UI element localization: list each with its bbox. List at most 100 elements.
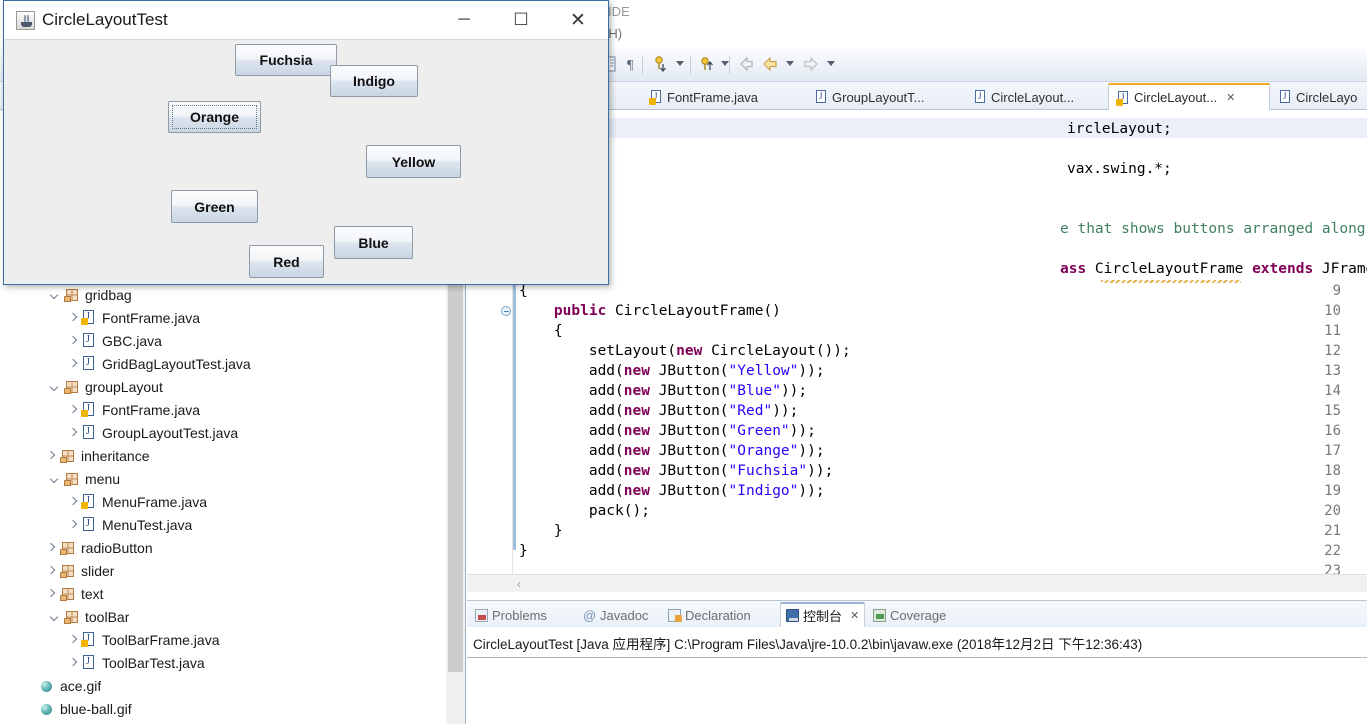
chevron-right-icon[interactable]: [66, 633, 80, 647]
tree-item-grouplayout[interactable]: groupLayout: [48, 375, 465, 398]
chevron-right-icon[interactable]: [66, 426, 80, 440]
chevron-right-icon[interactable]: [66, 656, 80, 670]
console-tab-label: Coverage: [890, 607, 947, 623]
tree-item-label: MenuFrame.java: [102, 493, 208, 510]
step-return-dropdown-arrow[interactable]: [721, 61, 729, 66]
button-green[interactable]: Green: [171, 190, 258, 223]
button-indigo[interactable]: Indigo: [330, 65, 418, 97]
tree-item-fontframe-gridbag[interactable]: J FontFrame.java: [66, 306, 465, 329]
chevron-right-icon[interactable]: [66, 518, 80, 532]
chevron-down-icon[interactable]: [48, 380, 62, 394]
tree-item-gridbaglayouttest[interactable]: J GridBagLayoutTest.java: [66, 352, 465, 375]
tree-item-text[interactable]: text: [44, 582, 465, 605]
editor-tab-grouplayouttest[interactable]: J GroupLayoutT...: [807, 84, 947, 110]
button-orange[interactable]: Orange: [168, 101, 261, 133]
tree-item-radiobutton[interactable]: radioButton: [44, 536, 465, 559]
package-icon: [64, 472, 79, 486]
package-icon: [60, 587, 75, 601]
tree-item-label: ToolBarTest.java: [102, 654, 205, 671]
editor-tab-circlelayout-1[interactable]: J CircleLayout...: [966, 84, 1094, 110]
chevron-right-icon[interactable]: [66, 311, 80, 325]
scroll-left-icon[interactable]: ‹: [517, 577, 521, 591]
maximize-button[interactable]: ☐: [498, 1, 544, 39]
tree-item-toolbartest[interactable]: J ToolBarTest.java: [66, 651, 465, 674]
tab-console[interactable]: 控制台 ✕: [780, 602, 866, 627]
chevron-down-icon[interactable]: [48, 472, 62, 486]
console-icon: [786, 609, 799, 622]
minimize-button[interactable]: ─: [441, 1, 487, 39]
menubar-item-ide[interactable]: IDE: [608, 4, 630, 19]
pilcrow-icon[interactable]: ¶: [623, 54, 643, 74]
close-icon[interactable]: ✕: [1226, 91, 1235, 104]
chevron-right-icon[interactable]: [44, 564, 58, 578]
chevron-right-icon[interactable]: [66, 334, 80, 348]
tab-declaration[interactable]: Declaration: [663, 604, 756, 626]
code-line-13: add(new JButton("Yellow"));: [519, 363, 825, 379]
tree-item-fontframe-grouplayout[interactable]: J FontFrame.java: [66, 398, 465, 421]
step-into-dropdown-arrow[interactable]: [676, 61, 684, 66]
close-button[interactable]: ✕: [555, 1, 601, 39]
editor-horizontal-scrollbar[interactable]: ‹: [467, 574, 1367, 592]
back-navigate-dropdown-arrow[interactable]: [786, 61, 794, 66]
chevron-down-icon[interactable]: [48, 288, 62, 302]
code-line-14: add(new JButton("Blue"));: [519, 383, 808, 399]
line-number: 17: [1324, 443, 1341, 459]
tree-item-label: toolBar: [85, 608, 130, 625]
tree-item-menuframe[interactable]: J MenuFrame.java: [66, 490, 465, 513]
fold-collapse-icon[interactable]: [501, 306, 511, 316]
chevron-right-icon[interactable]: [66, 495, 80, 509]
console-output-line: CircleLayoutTest [Java 应用程序] C:\Program …: [473, 637, 1143, 652]
code-line-9: {: [519, 283, 528, 299]
tree-item-toolbar[interactable]: toolBar: [48, 605, 465, 628]
forward-navigate-icon[interactable]: [801, 54, 821, 74]
tree-item-blue-ball-gif[interactable]: blue-ball.gif: [40, 697, 465, 720]
java-application-window[interactable]: CircleLayoutTest ─ ☐ ✕ Fuchsia Indigo Or…: [3, 0, 609, 285]
tree-item-label: ToolBarFrame.java: [102, 631, 220, 648]
console-output-area[interactable]: CircleLayoutTest [Java 应用程序] C:\Program …: [467, 627, 1367, 724]
tree-item-menu[interactable]: menu: [48, 467, 465, 490]
chevron-right-icon[interactable]: [44, 587, 58, 601]
chevron-right-icon[interactable]: [44, 449, 58, 463]
step-into-icon[interactable]: [651, 54, 671, 74]
editor-tab-circlelayout-active[interactable]: J CircleLayout... ✕: [1108, 83, 1270, 111]
button-fuchsia[interactable]: Fuchsia: [235, 44, 337, 76]
tab-javadoc[interactable]: @ Javadoc: [578, 604, 653, 626]
step-return-icon[interactable]: [697, 54, 717, 74]
java-window-titlebar[interactable]: CircleLayoutTest ─ ☐ ✕: [4, 1, 608, 39]
gif-image-icon: [40, 702, 54, 716]
minimize-icon: ─: [458, 11, 470, 28]
code-line-19: add(new JButton("Indigo"));: [519, 483, 825, 499]
close-icon[interactable]: ✕: [850, 609, 859, 622]
console-panel: Problems @ Javadoc Declaration 控制台 ✕ Cov…: [467, 600, 1367, 724]
back-navigate-icon[interactable]: [760, 54, 780, 74]
button-label: Red: [273, 253, 300, 270]
line-number: 18: [1324, 463, 1341, 479]
chevron-right-icon[interactable]: [66, 357, 80, 371]
button-yellow[interactable]: Yellow: [366, 145, 461, 178]
line-number: 15: [1324, 403, 1341, 419]
tree-item-gbc[interactable]: J GBC.java: [66, 329, 465, 352]
tree-item-slider[interactable]: slider: [44, 559, 465, 582]
tree-item-label: GridBagLayoutTest.java: [102, 355, 251, 372]
editor-tab-circlelayout-2[interactable]: J CircleLayo: [1271, 84, 1367, 110]
button-label: Blue: [358, 234, 389, 251]
editor-tab-fontframe[interactable]: J FontFrame.java: [642, 84, 790, 110]
java-window-title: CircleLayoutTest: [42, 10, 168, 29]
tree-item-ace-gif[interactable]: ace.gif: [40, 674, 465, 697]
chevron-right-icon[interactable]: [66, 403, 80, 417]
back-history-icon[interactable]: [736, 54, 756, 74]
tree-item-grouplayouttest[interactable]: J GroupLayoutTest.java: [66, 421, 465, 444]
tab-coverage[interactable]: Coverage: [868, 604, 951, 626]
tree-item-menutest[interactable]: J MenuTest.java: [66, 513, 465, 536]
tree-item-inheritance[interactable]: inheritance: [44, 444, 465, 467]
chevron-down-icon[interactable]: [48, 610, 62, 624]
forward-navigate-dropdown-arrow[interactable]: [827, 61, 835, 66]
tree-item-gridbag[interactable]: gridbag: [48, 283, 465, 306]
tab-problems[interactable]: Problems: [470, 604, 552, 626]
button-blue[interactable]: Blue: [334, 226, 413, 259]
tree-item-toolbarframe[interactable]: J ToolBarFrame.java: [66, 628, 465, 651]
package-icon: [64, 380, 79, 394]
chevron-right-icon[interactable]: [44, 541, 58, 555]
button-red[interactable]: Red: [249, 245, 324, 278]
code-line-partial: vax.swing.*;: [1067, 161, 1172, 177]
